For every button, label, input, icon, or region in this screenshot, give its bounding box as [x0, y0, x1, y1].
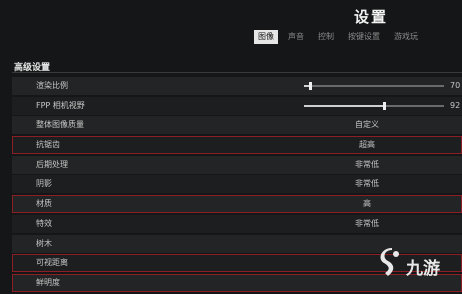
setting-value[interactable]: 超高	[352, 136, 382, 154]
setting-label: 阴影	[36, 179, 52, 189]
setting-row-overall-quality[interactable]: 整体图像质量 自定义	[12, 116, 462, 135]
tab-sound[interactable]: 声音	[284, 30, 308, 44]
tab-gameplay[interactable]: 游戏玩	[390, 30, 422, 44]
page-title: 设置	[354, 8, 389, 26]
setting-row-shadows[interactable]: 阴影 非常低	[12, 175, 462, 194]
setting-row-post-processing[interactable]: 后期处理 非常低	[12, 155, 462, 174]
setting-row-effects[interactable]: 特效 非常低	[12, 214, 462, 233]
setting-label: 可视距离	[36, 258, 68, 268]
setting-label: 抗锯齿	[36, 140, 60, 150]
setting-row-textures[interactable]: 材质 高	[12, 195, 462, 214]
render-scale-slider[interactable]	[304, 82, 444, 90]
setting-label: 渲染比例	[36, 81, 68, 90]
watermark-text: 九游	[406, 259, 440, 279]
setting-label: FPP 相机视野	[36, 100, 85, 110]
setting-value[interactable]: 非常低	[352, 215, 382, 233]
jiuyou-watermark: 九游	[376, 248, 456, 282]
slider-handle[interactable]	[308, 82, 312, 90]
setting-value[interactable]: 非常低	[352, 156, 382, 174]
setting-value[interactable]: 高	[352, 195, 382, 213]
setting-label: 树木	[36, 238, 52, 248]
setting-row-render-scale[interactable]: 渲染比例 70	[12, 77, 462, 95]
setting-row-fpp-fov[interactable]: FPP 相机视野 92	[12, 96, 462, 115]
jiuyou-logo-icon	[380, 248, 399, 276]
slider-value: 92	[450, 100, 461, 110]
setting-label: 整体图像质量	[36, 120, 84, 130]
setting-row-anti-aliasing[interactable]: 抗锯齿 超高	[12, 136, 462, 155]
tab-image[interactable]: 图像	[254, 30, 278, 44]
setting-value[interactable]: 自定义	[352, 116, 382, 134]
slider-fill	[304, 104, 384, 107]
section-divider	[12, 72, 462, 73]
setting-label: 后期处理	[36, 159, 68, 169]
slider-handle[interactable]	[382, 101, 386, 110]
setting-label: 特效	[36, 218, 52, 228]
tab-controls[interactable]: 控制	[314, 30, 338, 44]
setting-value[interactable]: 非常低	[352, 175, 382, 193]
tab-keybindings[interactable]: 按键设置	[344, 30, 384, 44]
settings-tabs: 图像 声音 控制 按键设置 游戏玩	[254, 30, 422, 44]
slider-value: 70	[450, 81, 461, 90]
fov-slider[interactable]	[304, 101, 444, 110]
setting-label: 鲜明度	[36, 277, 60, 287]
setting-label: 材质	[36, 199, 52, 209]
